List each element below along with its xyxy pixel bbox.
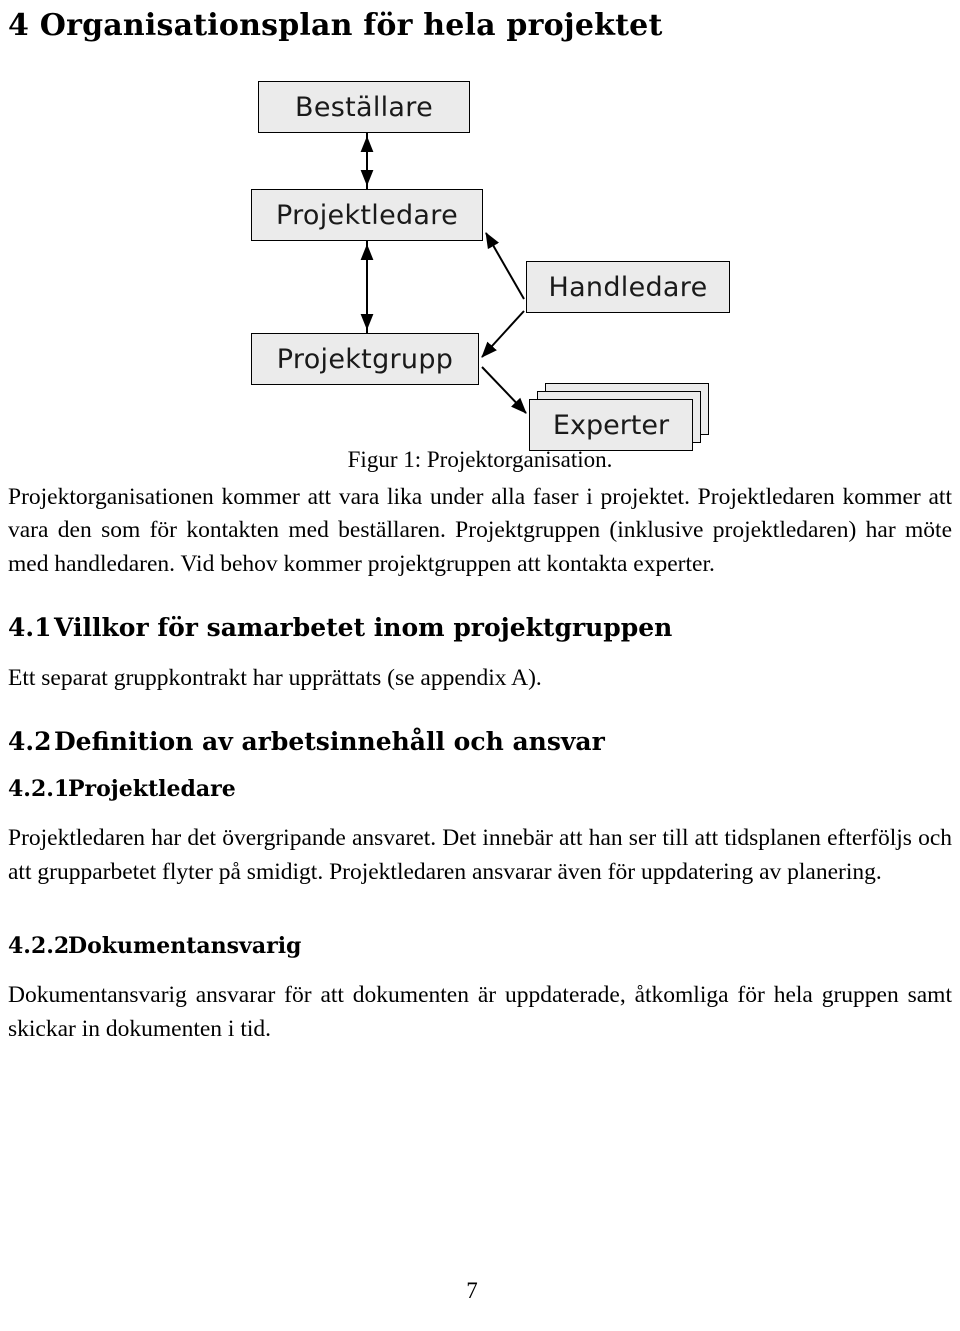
subsubsection-number-4-2-2: 4.2.2 bbox=[8, 933, 70, 960]
page-number: 7 bbox=[466, 1278, 478, 1303]
subsection-number-4-2: 4.2 bbox=[8, 727, 52, 757]
subsection-number-4-1: 4.1 bbox=[8, 613, 52, 643]
subsubsection-title-4-2-2: Dokumentansvarig bbox=[68, 933, 302, 960]
figure-projektorganisation: Beställare Projektledare Handledare Proj… bbox=[8, 61, 952, 481]
diagram-node-experter: Experter bbox=[529, 383, 709, 453]
diagram-node-projektgrupp: Projektgrupp bbox=[251, 333, 479, 385]
figure-caption: Figur 1: Projektorganisation. bbox=[347, 447, 613, 472]
subsubsection-heading-4-2-1: 4.2.1Projektledare bbox=[8, 776, 952, 802]
subsubsection-body-4-2-1: Projektledaren har det övergripande ansv… bbox=[8, 825, 952, 885]
subsubsection-body-4-2-2: Dokumentansvarig ansvarar för att dokume… bbox=[8, 982, 952, 1042]
subsection-heading-4-2: 4.2 Definition av arbetsinnehåll och ansv… bbox=[8, 727, 952, 756]
subsection-title-4-2: Definition av arbetsinnehåll och ansvar bbox=[54, 727, 605, 757]
subsection-heading-4-1: 4.1 Villkor för samarbetet inom projektgr… bbox=[8, 613, 952, 642]
subsection-title-4-1: Villkor för samarbetet inom projektgrupp… bbox=[54, 613, 673, 643]
subsubsection-heading-4-2-2: 4.2.2Dokumentansvarig bbox=[8, 933, 952, 959]
page-title: 4 Organisationsplan för hela projektet bbox=[8, 0, 952, 43]
diagram-node-projektledare: Projektledare bbox=[251, 189, 483, 241]
document-page: 4 Organisationsplan för hela projektet B… bbox=[0, 0, 960, 1331]
subsubsection-number-4-2-1: 4.2.1 bbox=[8, 776, 70, 803]
subsubsection-title-4-2-1: Projektledare bbox=[68, 776, 236, 803]
diagram-arrows bbox=[360, 133, 527, 414]
org-diagram: Beställare Projektledare Handledare Proj… bbox=[8, 61, 952, 461]
intro-paragraph: Projektorganisationen kommer att vara li… bbox=[8, 484, 952, 577]
experter-sheet-front: Experter bbox=[529, 399, 693, 451]
diagram-node-bestallare: Beställare bbox=[258, 81, 470, 133]
section-title: Organisationsplan för hela projektet bbox=[39, 8, 663, 43]
page-content: 4 Organisationsplan för hela projektet B… bbox=[8, 0, 952, 1046]
diagram-node-handledare: Handledare bbox=[526, 261, 730, 313]
section-number: 4 bbox=[8, 8, 30, 43]
subsection-body-4-1: Ett separat gruppkontrakt har upprättats… bbox=[8, 665, 542, 692]
